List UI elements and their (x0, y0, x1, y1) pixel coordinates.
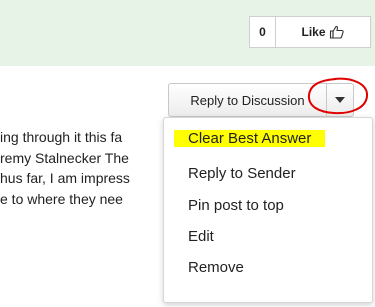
post-line: hus far, I am impress (0, 170, 130, 186)
menu-item-pin-post-to-top[interactable]: Pin post to top (188, 197, 284, 214)
post-line: ing through it this fa (0, 129, 123, 145)
menu-item-reply-to-sender[interactable]: Reply to Sender (188, 165, 296, 182)
post-header-bar: 0 Like (0, 0, 375, 66)
like-group: 0 Like (249, 16, 371, 48)
menu-item-edit[interactable]: Edit (188, 228, 214, 245)
menu-item-clear-best-answer[interactable]: Clear Best Answer (174, 130, 326, 147)
post-line: remy Stalnecker The (0, 149, 129, 166)
like-label: Like (301, 25, 326, 39)
post-options-menu: Clear Best Answer Reply to Sender Pin po… (163, 117, 373, 303)
post-body-text: ing through it this fa remy Stalnecker T… (0, 127, 175, 209)
thumbs-up-icon (329, 25, 344, 39)
annotation-circle (307, 77, 368, 115)
like-button[interactable]: Like (275, 16, 371, 48)
menu-item-remove[interactable]: Remove (188, 259, 244, 276)
post-line: e to where they nee (0, 190, 123, 207)
reply-to-discussion-button[interactable]: Reply to Discussion (168, 83, 326, 117)
like-count: 0 (249, 16, 275, 48)
